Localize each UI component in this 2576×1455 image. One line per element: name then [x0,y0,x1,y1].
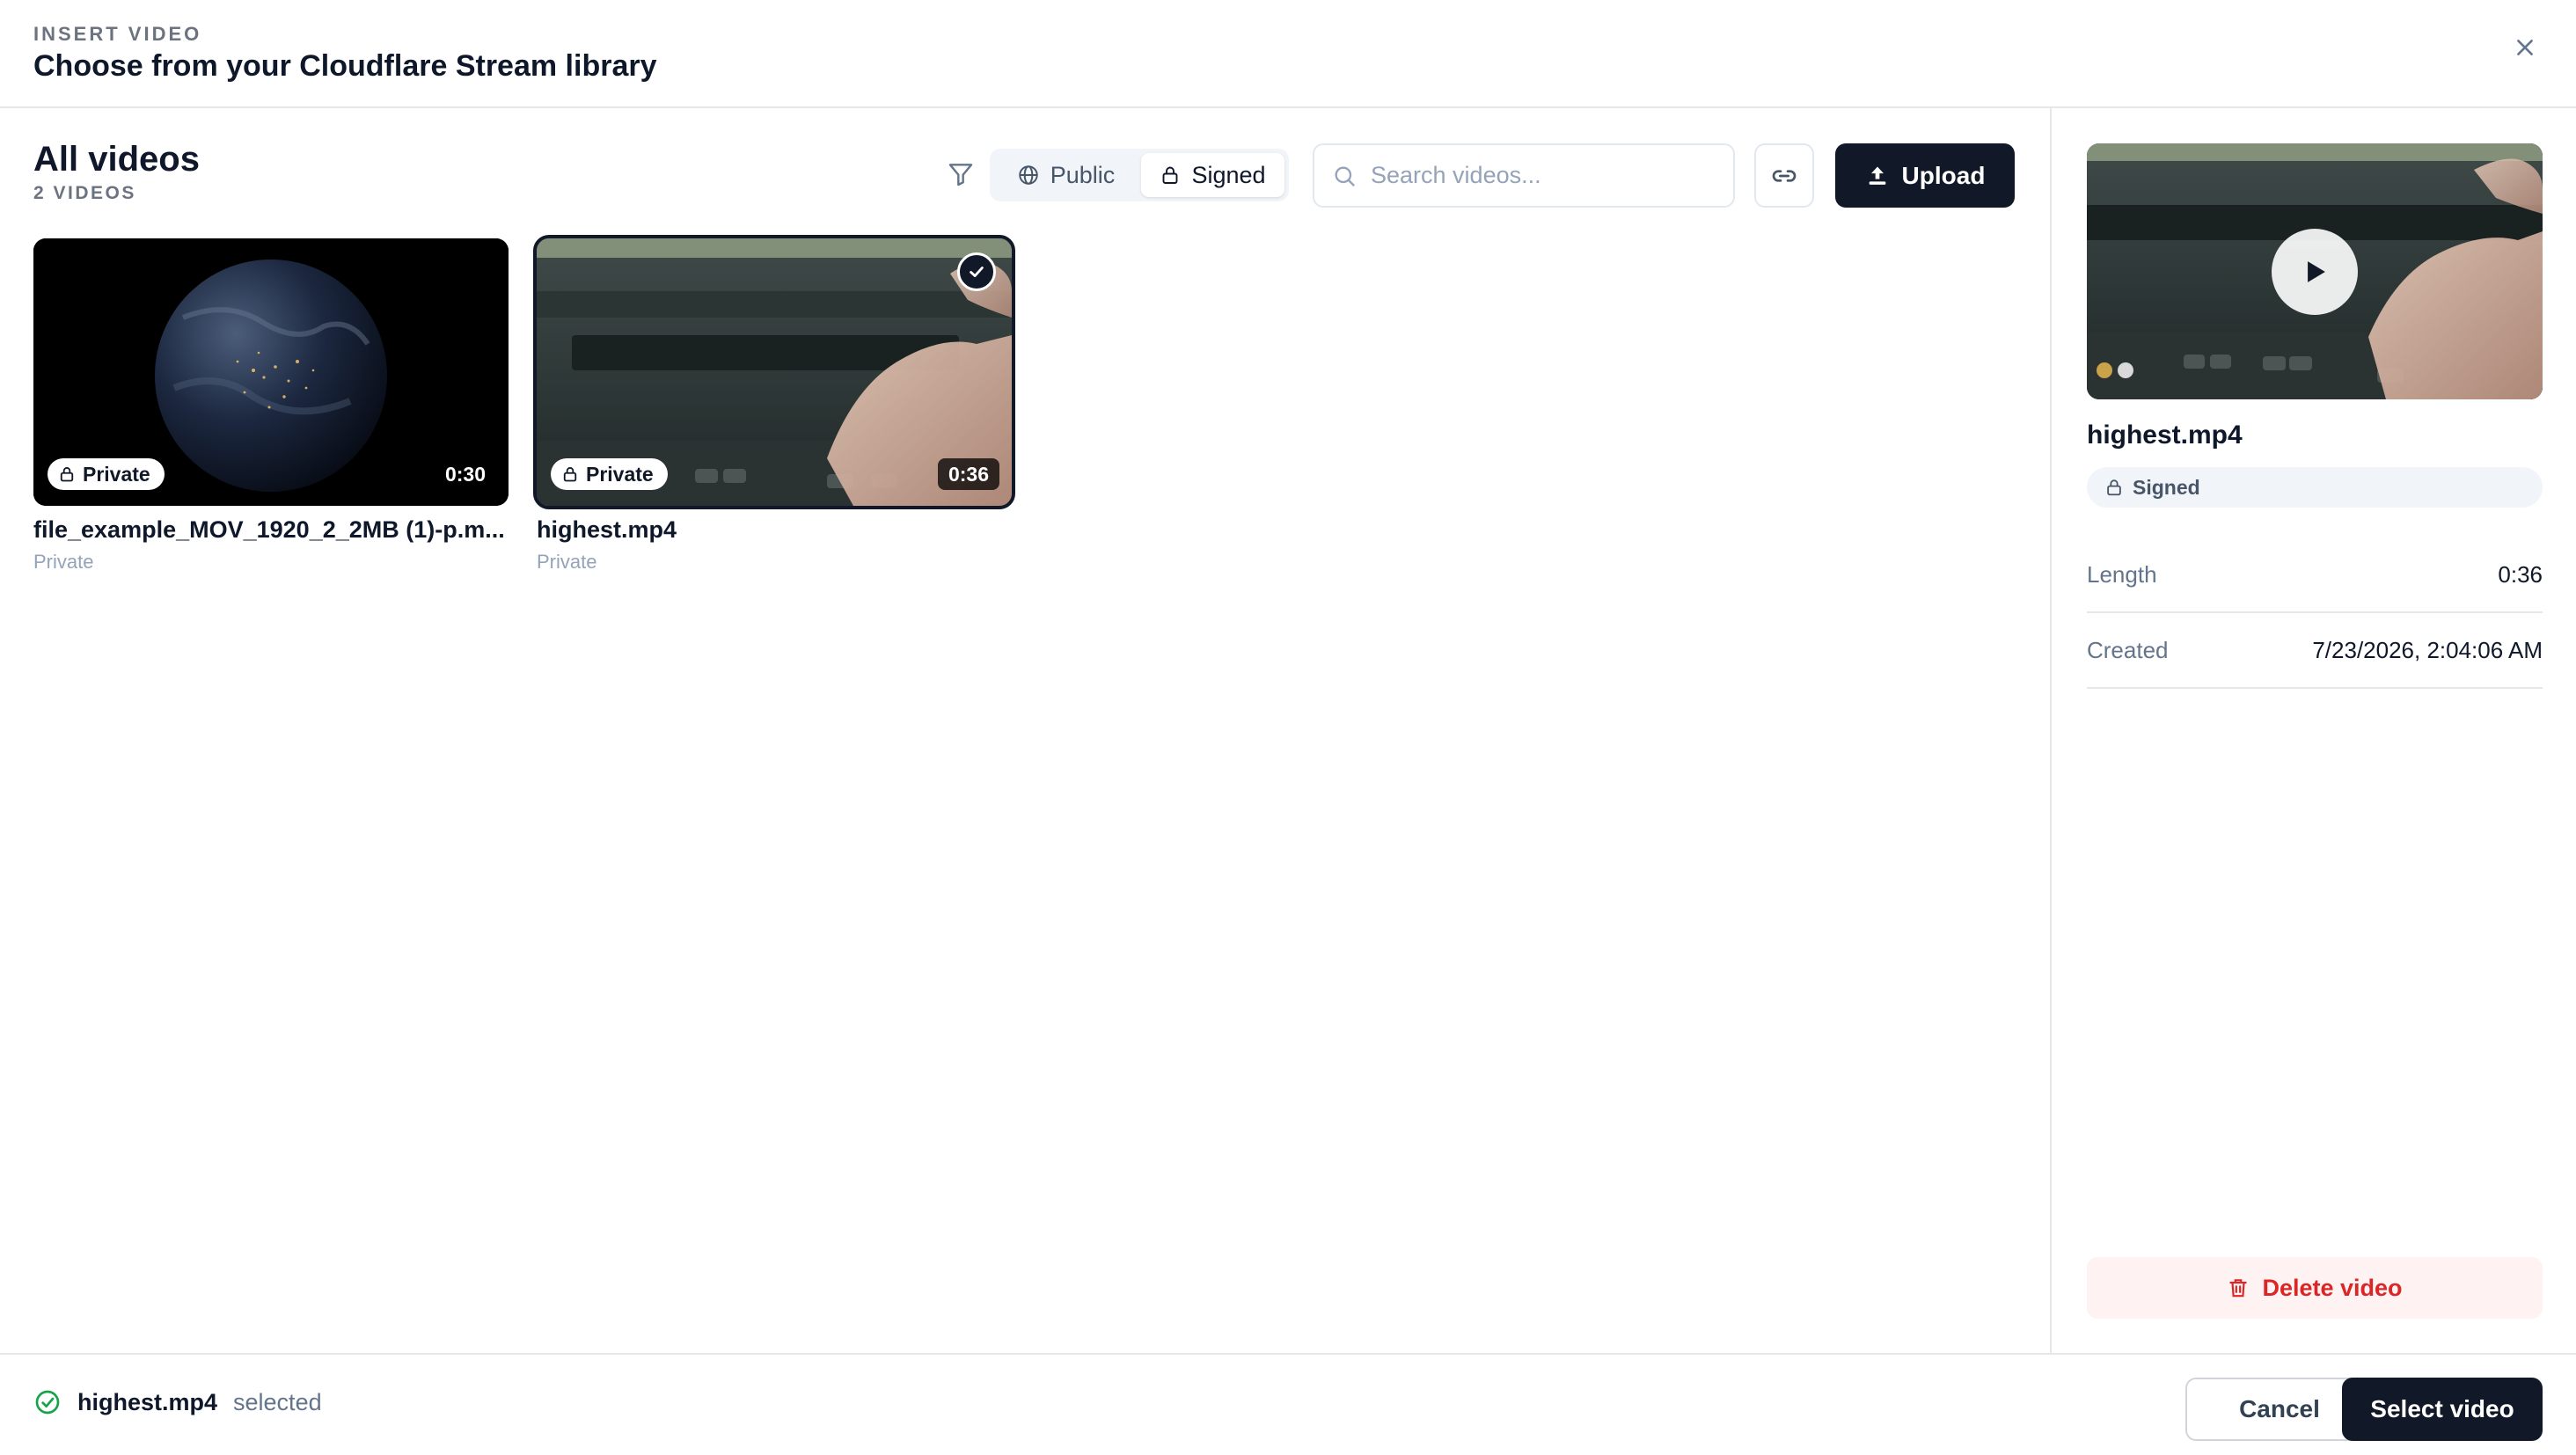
duration-badge: 0:30 [434,458,496,490]
meta-created: Created 7/23/2026, 2:04:06 AM [2087,613,2543,689]
meta-value: 7/23/2026, 2:04:06 AM [2312,636,2543,663]
segment-public-label: Public [1050,161,1116,188]
video-visibility: Private [537,551,597,573]
segment-signed-label: Signed [1191,161,1266,188]
video-preview[interactable] [2087,143,2543,399]
private-badge-label: Private [83,462,150,486]
video-visibility: Private [33,551,94,573]
check-circle-icon [35,1390,60,1415]
selected-video-name: highest.mp4 [2087,420,2243,450]
video-thumbnail[interactable]: Private 0:30 [33,238,509,506]
search-input[interactable] [1371,162,1723,189]
search-box [1313,143,1735,208]
access-label: Signed [2133,475,2200,499]
link-button[interactable] [1754,143,1814,208]
details-panel: highest.mp4 Signed Length 0:36 Created 7… [2050,108,2576,1353]
trash-icon [2229,1279,2248,1298]
segment-public[interactable]: Public [994,153,1138,197]
video-thumbnail[interactable]: Private 0:36 [533,235,1015,509]
library-title: All videos [33,140,200,179]
play-button[interactable] [2272,229,2358,315]
filter-icon [948,164,973,186]
video-card-selected[interactable]: Private 0:36 highest.mp4 Private [533,235,1015,574]
lock-icon [563,467,577,482]
lock-icon [1163,166,1178,184]
dialog-footer: highest.mp4 selected Cancel Select video [0,1353,2576,1455]
dialog-title: Choose from your Cloudflare Stream libra… [33,49,657,83]
video-library: All videos 2 VIDEOS Public Signed Upload [0,108,2050,1353]
meta-label: Length [2087,560,2157,588]
video-name: highest.mp4 [537,516,677,543]
private-badge-label: Private [586,462,654,486]
close-icon [2517,40,2533,55]
video-count: 2 VIDEOS [33,183,136,203]
video-card[interactable]: Private 0:30 file_example_MOV_1920_2_2MB… [33,238,509,574]
selected-file-name: highest.mp4 [77,1388,218,1415]
lock-icon [2107,479,2121,496]
delete-video-label: Delete video [2262,1274,2403,1301]
duration-badge: 0:36 [937,458,999,490]
filter-button[interactable] [945,158,977,190]
search-icon [1335,166,1355,186]
close-button[interactable] [2506,28,2544,67]
upload-button[interactable]: Upload [1835,143,2015,208]
selected-word: selected [233,1388,322,1415]
link-icon [1772,169,1797,182]
private-badge: Private [551,458,668,490]
meta-label: Created [2087,636,2169,663]
private-badge: Private [48,458,165,490]
select-video-button[interactable]: Select video [2342,1378,2543,1441]
selection-status: highest.mp4 selected [33,1388,322,1416]
dialog-eyebrow: INSERT VIDEO [33,23,202,45]
dialog-header: INSERT VIDEO Choose from your Cloudflare… [0,0,2576,108]
meta-value: 0:36 [2498,560,2543,588]
meta-length: Length 0:36 [2087,537,2543,613]
delete-video-button[interactable]: Delete video [2087,1257,2543,1319]
play-icon [2308,261,2325,282]
segment-signed[interactable]: Signed [1141,153,1284,197]
upload-icon [1869,166,1885,185]
lock-icon [60,467,74,482]
video-name: file_example_MOV_1920_2_2MB (1)-p.m... [33,516,505,543]
selected-check [957,252,996,291]
visibility-filter: Public Signed [990,149,1289,201]
globe-icon [1018,165,1038,185]
access-badge: Signed [2087,467,2543,508]
upload-label: Upload [1901,161,1986,189]
check-icon [970,267,984,277]
